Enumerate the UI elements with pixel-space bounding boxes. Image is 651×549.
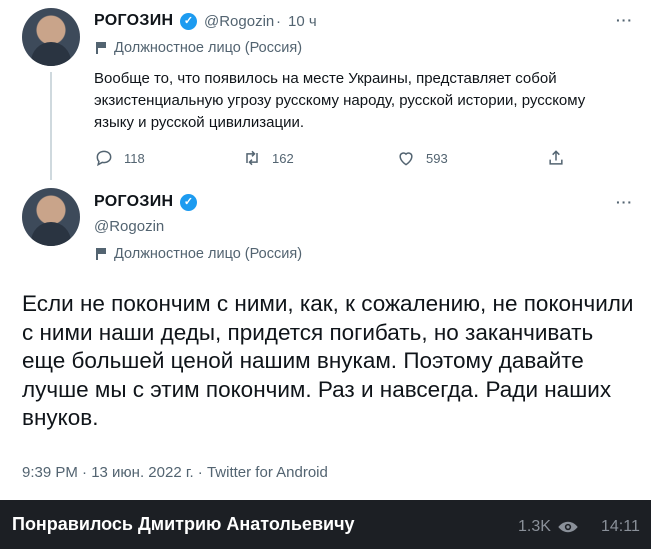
- tweet-actions: 118 162 593: [94, 148, 574, 170]
- author-name[interactable]: РОГОЗИН: [94, 12, 173, 30]
- channel-post-footer: Понравилось Дмитрию Анатольевичу 1.3K 14…: [0, 500, 651, 549]
- share-icon: [549, 150, 563, 165]
- tweet-timestamp[interactable]: 9:39 PM · 13 июн. 2022 г. · Twitter for …: [22, 464, 328, 481]
- author-handle[interactable]: @Rogozin: [94, 218, 164, 235]
- verified-icon: ✓: [180, 13, 197, 30]
- reply-button[interactable]: 118: [94, 148, 145, 168]
- retweet-count: 162: [272, 150, 294, 166]
- thread-line: [50, 72, 52, 180]
- view-count: 1.3K: [518, 518, 551, 535]
- flag-icon: [96, 248, 106, 260]
- author-name[interactable]: РОГОЗИН: [94, 193, 173, 211]
- reply-count: 118: [124, 150, 145, 166]
- like-button[interactable]: 593: [396, 148, 448, 168]
- post-caption: Понравилось Дмитрию Анатольевичу: [12, 514, 355, 534]
- view-counter: 1.3K: [518, 518, 579, 536]
- verified-icon: ✓: [180, 194, 197, 211]
- like-count: 593: [426, 150, 448, 166]
- government-label: Должностное лицо (Россия): [96, 40, 302, 56]
- eye-icon: [558, 521, 578, 533]
- tweet-text: Если не покончим с ними, как, к сожалени…: [22, 291, 634, 430]
- more-options-button[interactable]: ···: [616, 194, 633, 210]
- author-handle[interactable]: @Rogozin: [204, 13, 274, 30]
- government-label-text: Должностное лицо (Россия): [114, 40, 303, 56]
- flag-icon: [96, 42, 106, 54]
- government-label: Должностное лицо (Россия): [96, 246, 302, 262]
- tweet-time[interactable]: 10 ч: [288, 13, 317, 30]
- government-label-text: Должностное лицо (Россия): [114, 246, 303, 262]
- meta-separator: ·: [276, 13, 281, 30]
- retweet-button[interactable]: 162: [242, 148, 294, 168]
- reply-icon: [96, 150, 112, 167]
- more-options-button[interactable]: ···: [616, 12, 633, 28]
- like-icon: [399, 152, 413, 166]
- post-time: 14:11: [601, 518, 640, 535]
- avatar[interactable]: [22, 188, 80, 246]
- avatar[interactable]: [22, 8, 80, 66]
- share-button[interactable]: [546, 148, 566, 168]
- tweet-text: Вообще то, что появилось на месте Украин…: [94, 70, 586, 131]
- retweet-icon: [246, 150, 258, 166]
